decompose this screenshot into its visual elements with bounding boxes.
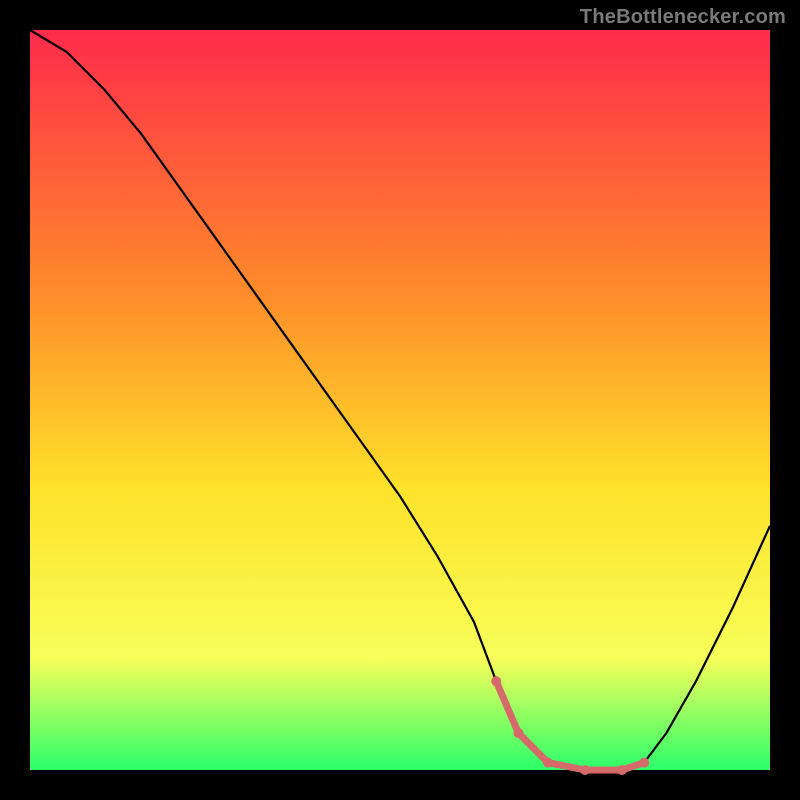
attribution-text: TheBottlenecker.com: [580, 6, 786, 29]
highlight-marker: [543, 758, 553, 768]
plot-background: [30, 30, 770, 770]
highlight-marker: [513, 728, 523, 738]
highlight-marker: [491, 676, 501, 686]
bottleneck-chart: [0, 0, 800, 800]
chart-frame: { "attribution": "TheBottlenecker.com", …: [0, 0, 800, 800]
highlight-marker: [639, 758, 649, 768]
highlight-marker: [617, 765, 627, 775]
highlight-marker: [580, 765, 590, 775]
